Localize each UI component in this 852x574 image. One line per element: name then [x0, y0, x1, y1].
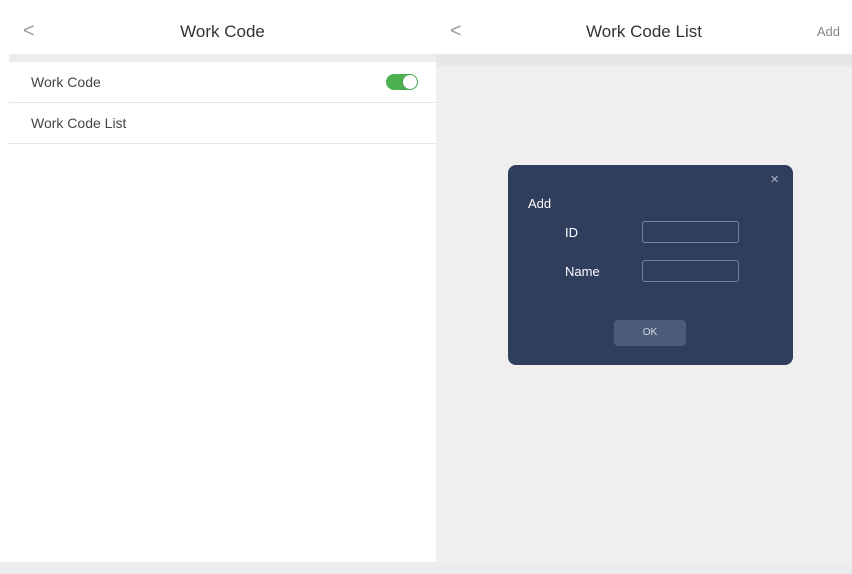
add-button[interactable]: Add — [817, 9, 840, 54]
id-label: ID — [565, 225, 578, 240]
name-input[interactable] — [642, 260, 739, 282]
id-input[interactable] — [642, 221, 739, 243]
section-divider — [436, 54, 852, 66]
work-code-list-panel: < Work Code List Add × Add ID Name OK — [436, 9, 852, 562]
work-code-list-label: Work Code List — [31, 115, 127, 131]
close-icon[interactable]: × — [770, 171, 779, 188]
ok-button[interactable]: OK — [614, 320, 686, 346]
section-divider — [9, 54, 436, 62]
work-code-toggle[interactable] — [386, 74, 418, 90]
work-code-row: Work Code — [9, 62, 436, 103]
name-label: Name — [565, 264, 600, 279]
page-title: Work Code — [180, 22, 265, 41]
add-dialog: × Add ID Name OK — [508, 165, 793, 365]
work-code-panel: < Work Code Work Code Work Code List — [9, 9, 436, 562]
work-code-list-row[interactable]: Work Code List — [9, 103, 436, 144]
toggle-knob — [403, 75, 417, 89]
work-code-label: Work Code — [31, 74, 101, 90]
work-code-header: < Work Code — [9, 9, 436, 54]
dialog-title: Add — [528, 196, 552, 211]
bottom-strip — [0, 562, 852, 574]
page-title: Work Code List — [586, 22, 702, 41]
work-code-list-header: < Work Code List Add — [436, 9, 852, 54]
